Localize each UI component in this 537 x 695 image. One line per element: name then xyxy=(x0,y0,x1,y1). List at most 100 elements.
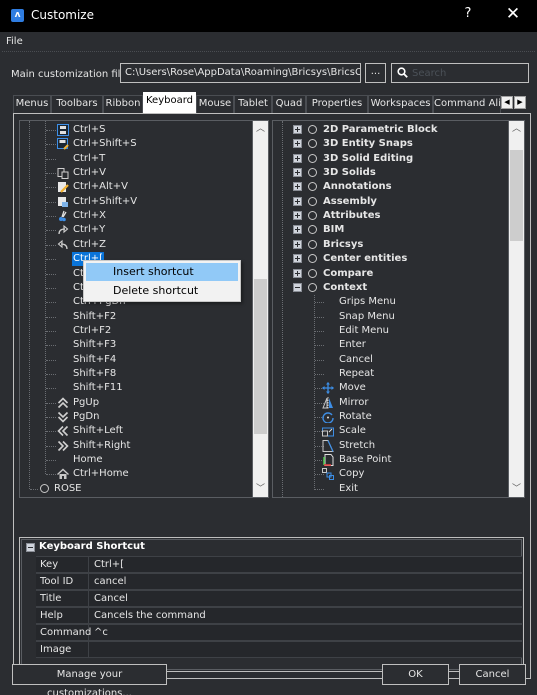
tab-mouse[interactable]: Mouse xyxy=(196,95,234,113)
property-value[interactable] xyxy=(90,642,522,658)
command-list-item[interactable]: Stretch xyxy=(273,439,508,453)
scroll-down-icon[interactable]: ﹀ xyxy=(509,481,524,497)
shortcut-label[interactable]: PgDn xyxy=(72,410,100,424)
shortcut-list-item[interactable]: Ctrl+Y xyxy=(20,223,250,237)
command-label[interactable]: Scale xyxy=(338,424,367,438)
shortcuts-tree-scrollbar[interactable]: ︿ ﹀ xyxy=(252,121,268,497)
command-group-item[interactable]: Compare xyxy=(273,267,508,281)
shortcut-label[interactable]: Ctrl+Y xyxy=(72,223,106,237)
scroll-down-icon[interactable]: ﹀ xyxy=(253,481,268,497)
expand-icon[interactable] xyxy=(293,139,302,149)
command-group-item[interactable]: 3D Solids xyxy=(273,166,508,180)
command-group-item[interactable]: 3D Entity Snaps xyxy=(273,137,508,151)
shortcut-label[interactable]: Shift+F4 xyxy=(72,353,117,367)
shortcut-label[interactable]: Home xyxy=(72,453,104,467)
shortcut-list-item[interactable]: Shift+F3 xyxy=(20,338,250,352)
command-group-label[interactable]: 3D Solids xyxy=(322,166,377,180)
shortcut-label[interactable]: Shift+F8 xyxy=(72,367,117,381)
command-label[interactable]: Base Point xyxy=(338,453,392,467)
scrollbar-thumb[interactable] xyxy=(510,149,523,241)
shortcut-list-item[interactable]: Shift+Left xyxy=(20,424,250,438)
shortcut-list-item[interactable]: Shift+F2 xyxy=(20,310,250,324)
commands-tree[interactable]: ︿ ﹀ 2D Parametric Block 3D Entity Snaps 3D… xyxy=(272,120,525,498)
search-box[interactable] xyxy=(391,63,529,83)
insert-shortcut-menu-item[interactable]: Insert shortcut xyxy=(86,263,238,281)
shortcut-label[interactable]: PgUp xyxy=(72,396,100,410)
command-label[interactable]: Move xyxy=(338,381,367,395)
command-label[interactable]: Mirror xyxy=(338,396,369,410)
command-list-item[interactable]: Scale xyxy=(273,424,508,438)
property-value[interactable]: Ctrl+[ xyxy=(90,557,522,573)
shortcut-label[interactable]: Shift+Right xyxy=(72,439,131,453)
shortcut-label[interactable]: Ctrl+X xyxy=(72,209,107,223)
expand-icon[interactable] xyxy=(293,239,302,249)
shortcut-list-item[interactable]: Ctrl+S xyxy=(20,123,250,137)
command-group-item[interactable]: Context xyxy=(273,281,508,295)
shortcut-label[interactable]: Shift+F2 xyxy=(72,310,117,324)
command-group-label[interactable]: BIM xyxy=(322,223,345,237)
expand-icon[interactable] xyxy=(293,254,302,264)
shortcut-list-item[interactable]: Ctrl+X xyxy=(20,209,250,223)
command-list-item[interactable]: Repeat xyxy=(273,367,508,381)
command-list-item[interactable]: Rotate xyxy=(273,410,508,424)
command-label[interactable]: Snap Menu xyxy=(338,310,396,324)
shortcut-list-item[interactable]: Ctrl+Shift+V xyxy=(20,195,250,209)
command-group-label[interactable]: Context xyxy=(322,281,368,295)
tab-keyboard[interactable]: Keyboard xyxy=(143,92,196,113)
command-group-item[interactable]: Assembly xyxy=(273,195,508,209)
help-button[interactable]: ? xyxy=(460,6,476,26)
command-list-item[interactable]: Snap Menu xyxy=(273,310,508,324)
expand-icon[interactable] xyxy=(293,225,302,235)
scrollbar-thumb[interactable] xyxy=(254,278,267,434)
expand-icon[interactable] xyxy=(293,211,302,221)
shortcut-label[interactable]: Ctrl+Alt+V xyxy=(72,180,129,194)
command-label[interactable]: Enter xyxy=(338,338,367,352)
tree-root-item[interactable]: ROSE xyxy=(20,482,250,496)
command-group-item[interactable]: Center entities xyxy=(273,252,508,266)
shortcut-list-item[interactable]: Shift+F11 xyxy=(20,381,250,395)
command-label[interactable]: Cancel xyxy=(338,353,374,367)
shortcuts-tree[interactable]: ︿ ﹀ Ctrl+S Ctrl+Shift+S Ctrl+T Ctrl+V Ctrl+A… xyxy=(19,120,269,498)
browse-button[interactable]: ... xyxy=(365,63,386,83)
command-group-label[interactable]: Annotations xyxy=(322,180,393,194)
property-value[interactable]: Cancels the command xyxy=(90,608,522,624)
command-list-item[interactable]: Grips Menu xyxy=(273,295,508,309)
command-group-item[interactable]: Annotations xyxy=(273,180,508,194)
tab-properties[interactable]: Properties xyxy=(306,95,368,113)
manage-customizations-button[interactable]: Manage your customizations... xyxy=(12,664,167,695)
command-group-label[interactable]: 3D Entity Snaps xyxy=(322,137,414,151)
cancel-button[interactable]: Cancel xyxy=(459,664,526,685)
collapse-icon[interactable] xyxy=(293,282,302,292)
main-customization-file-field[interactable]: C:\Users\Rose\AppData\Roaming\Bricsys\Br… xyxy=(120,63,361,83)
command-label[interactable]: Stretch xyxy=(338,439,376,453)
tab-command-ali[interactable]: Command Ali xyxy=(433,95,501,113)
tab-ribbon[interactable]: Ribbon xyxy=(103,95,143,113)
command-group-label[interactable]: Bricsys xyxy=(322,238,364,252)
tab-workspaces[interactable]: Workspaces xyxy=(368,95,433,113)
command-list-item[interactable]: Enter xyxy=(273,338,508,352)
command-label[interactable]: Edit Menu xyxy=(338,324,390,338)
command-list-item[interactable]: Base Point xyxy=(273,453,508,467)
shortcut-list-item[interactable]: Ctrl+Shift+S xyxy=(20,137,250,151)
property-value[interactable]: cancel xyxy=(90,574,522,590)
delete-shortcut-menu-item[interactable]: Delete shortcut xyxy=(86,282,238,300)
tab-tablet[interactable]: Tablet xyxy=(234,95,272,113)
command-group-label[interactable]: 3D Solid Editing xyxy=(322,152,414,166)
shortcut-label[interactable]: Shift+Left xyxy=(72,424,124,438)
shortcut-list-item[interactable]: Ctrl+V xyxy=(20,166,250,180)
command-group-label[interactable]: 2D Parametric Block xyxy=(322,123,438,137)
shortcut-list-item[interactable]: PgDn xyxy=(20,410,250,424)
shortcut-list-item[interactable]: Ctrl+F2 xyxy=(20,324,250,338)
expand-icon[interactable] xyxy=(293,196,302,206)
command-label[interactable]: Repeat xyxy=(338,367,375,381)
shortcut-list-item[interactable]: Shift+Right xyxy=(20,439,250,453)
shortcut-list-item[interactable]: Home xyxy=(20,453,250,467)
shortcut-label[interactable]: Ctrl+Shift+S xyxy=(72,137,138,151)
command-group-label[interactable]: Compare xyxy=(322,267,374,281)
expand-icon[interactable] xyxy=(293,125,302,134)
command-group-label[interactable]: Attributes xyxy=(322,209,381,223)
commands-tree-scrollbar[interactable]: ︿ ﹀ xyxy=(508,121,524,497)
command-group-item[interactable]: Bricsys xyxy=(273,238,508,252)
search-input[interactable] xyxy=(412,66,524,80)
expand-icon[interactable] xyxy=(293,182,302,192)
